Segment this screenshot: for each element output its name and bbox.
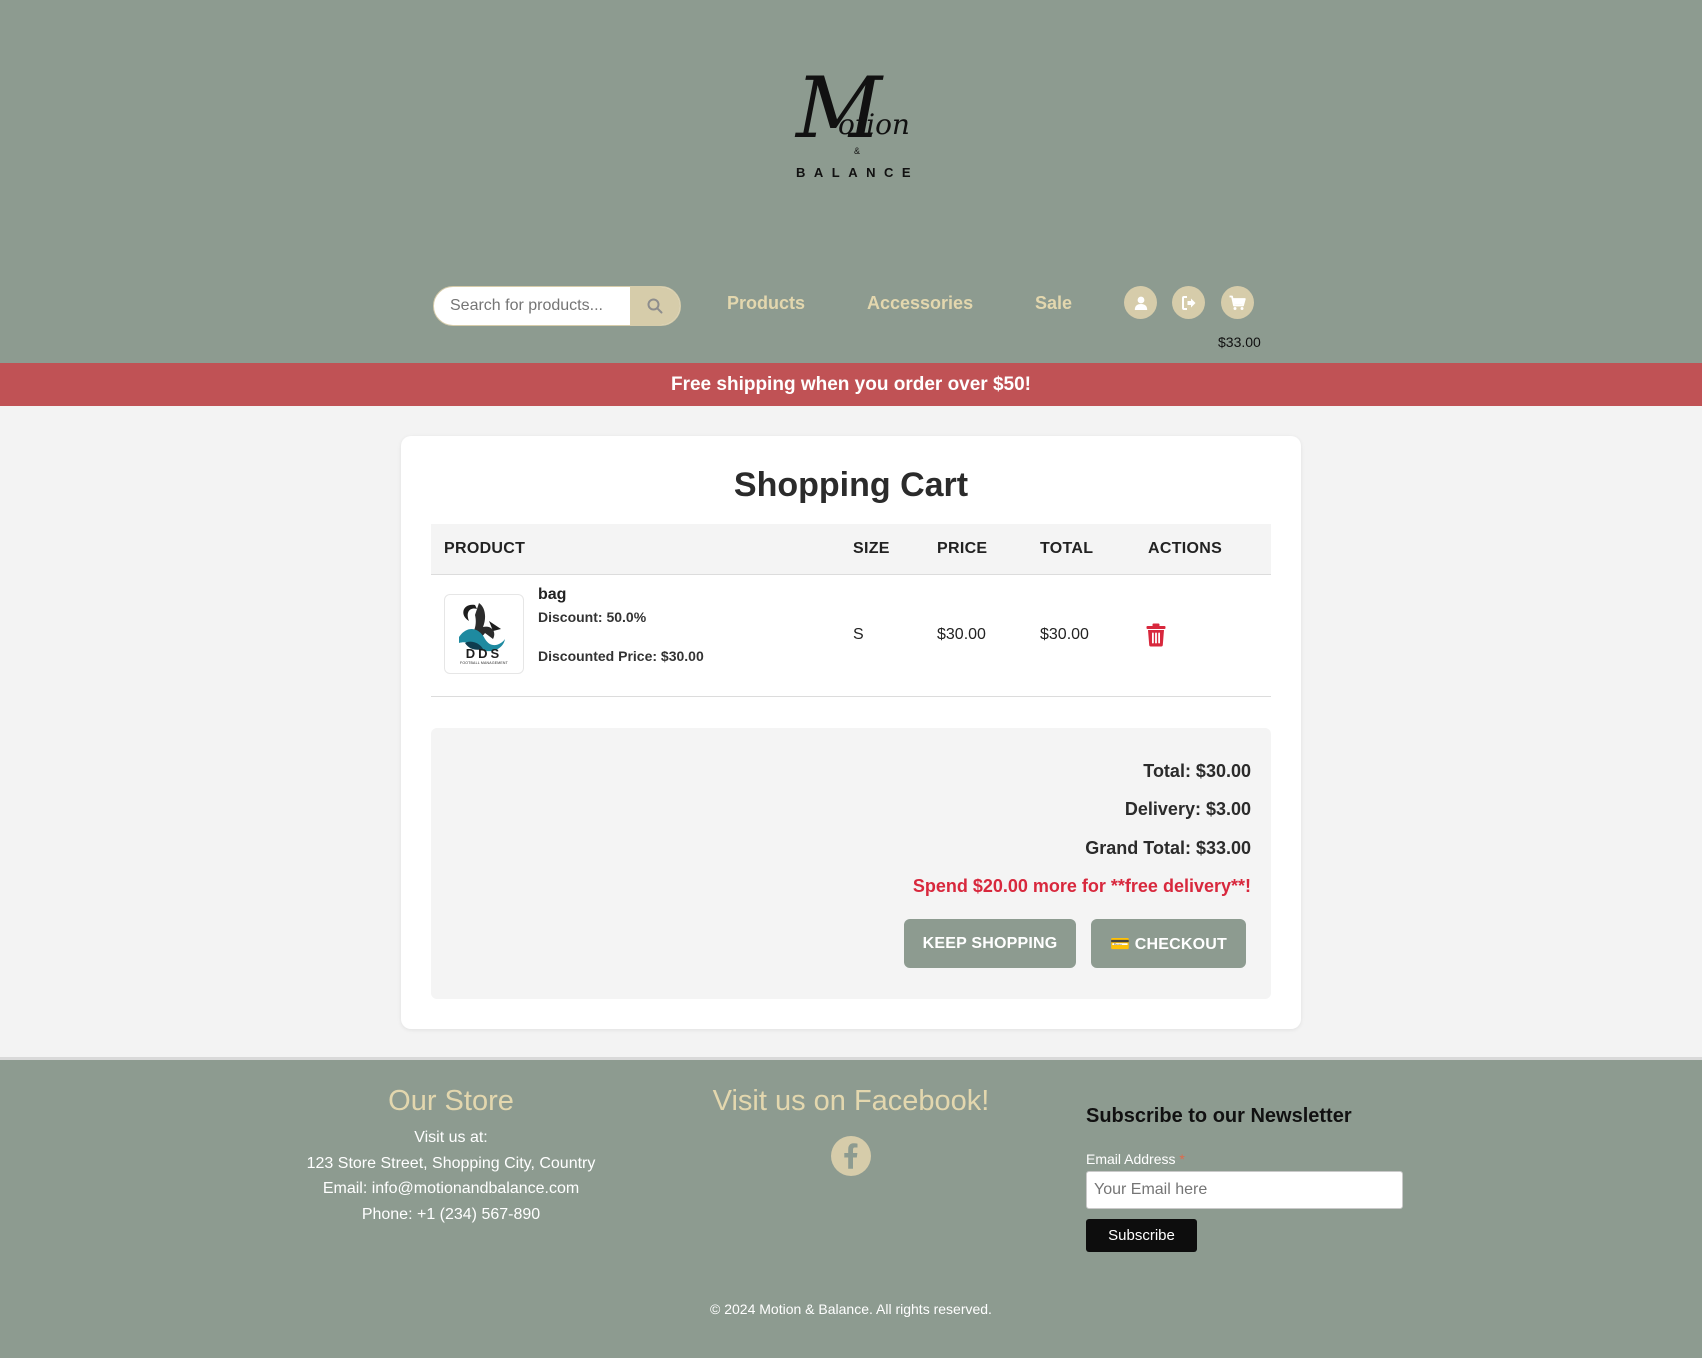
- column-header-total: TOTAL: [1040, 540, 1094, 557]
- search-icon: [647, 298, 663, 314]
- remove-item-button[interactable]: [1146, 623, 1166, 652]
- cart-summary: Total: $30.00 Delivery: $3.00 Grand Tota…: [431, 728, 1271, 999]
- facebook-icon: [844, 1143, 858, 1169]
- footer-store-title: Our Store: [388, 1085, 514, 1117]
- newsletter-email-label-text: Email Address: [1086, 1151, 1176, 1167]
- thumbnail-subtext: FOOTBALL MANAGEMENT: [459, 661, 508, 665]
- cart-icon: [1229, 295, 1246, 310]
- summary-delivery: Delivery: $3.00: [1124, 799, 1251, 819]
- nav-accessories[interactable]: Accessories: [867, 293, 973, 314]
- logo-script-rest: otion: [838, 108, 910, 141]
- checkout-button[interactable]: 💳 CHECKOUT: [1091, 919, 1246, 968]
- logout-button[interactable]: [1172, 286, 1205, 319]
- cart-card: Shopping Cart PRODUCT SIZE PRICE TOTAL A…: [401, 436, 1301, 1029]
- newsletter-email-input[interactable]: [1086, 1171, 1403, 1209]
- search-input[interactable]: [434, 287, 632, 325]
- product-total: $30.00: [1040, 626, 1089, 643]
- logo[interactable]: M otion & BALANCE: [790, 66, 925, 185]
- newsletter-title: Subscribe to our Newsletter: [1086, 1105, 1352, 1127]
- footer-phone: Phone: +1 (234) 567-890: [361, 1206, 541, 1223]
- search-button[interactable]: [630, 287, 680, 325]
- table-header: PRODUCT SIZE PRICE TOTAL ACTIONS: [431, 524, 1271, 575]
- subscribe-button[interactable]: Subscribe: [1086, 1219, 1197, 1252]
- site-header: M otion & BALANCE Products Accessories S…: [0, 0, 1702, 363]
- footer-facebook-title: Visit us on Facebook!: [712, 1085, 990, 1117]
- product-size: S: [853, 626, 864, 643]
- keep-shopping-button[interactable]: KEEP SHOPPING: [904, 919, 1076, 968]
- footer-email: Email: info@motionandbalance.com: [322, 1180, 580, 1197]
- copyright: © 2024 Motion & Balance. All rights rese…: [710, 1301, 992, 1317]
- footer-address: 123 Store Street, Shopping City, Country: [306, 1155, 596, 1172]
- table-row: DDS FOOTBALL MANAGEMENT bag Discount: 50…: [431, 575, 1271, 697]
- cart-button[interactable]: [1221, 286, 1254, 319]
- trash-icon: [1146, 623, 1166, 647]
- nav-products[interactable]: Products: [727, 293, 805, 314]
- column-header-price: PRICE: [937, 540, 988, 557]
- footer-store-line-1: Visit us at:: [414, 1129, 488, 1146]
- page-title: Shopping Cart: [733, 466, 969, 504]
- product-discount: Discount: 50.0%: [538, 609, 647, 625]
- logout-icon: [1181, 295, 1195, 310]
- facebook-link[interactable]: [831, 1136, 871, 1176]
- product-name[interactable]: bag: [538, 586, 566, 604]
- summary-grand-total: Grand Total: $33.00: [1085, 838, 1251, 858]
- free-delivery-notice: Spend $20.00 more for **free delivery**!: [912, 876, 1251, 896]
- search-bar: [433, 286, 681, 326]
- column-header-size: SIZE: [853, 540, 890, 557]
- product-discounted-price: Discounted Price: $30.00: [538, 648, 704, 664]
- product-price: $30.00: [937, 626, 986, 643]
- user-icon: [1134, 296, 1147, 310]
- column-header-actions: ACTIONS: [1148, 540, 1223, 557]
- site-footer: Our Store Visit us at: 123 Store Street,…: [0, 1057, 1702, 1358]
- product-thumbnail[interactable]: DDS FOOTBALL MANAGEMENT: [444, 594, 524, 674]
- thumbnail-dds-text: DDS: [465, 646, 503, 661]
- logo-balance: BALANCE: [796, 165, 920, 180]
- nav-sale[interactable]: Sale: [1035, 293, 1072, 314]
- required-mark: *: [1179, 1151, 1185, 1167]
- summary-total: Total: $30.00: [1143, 761, 1251, 781]
- newsletter-email-label: Email Address *: [1086, 1151, 1185, 1167]
- logo-ampersand: &: [854, 146, 861, 156]
- promo-banner: Free shipping when you order over $50!: [0, 363, 1702, 406]
- account-button[interactable]: [1124, 286, 1157, 319]
- cart-amount: $33.00: [1218, 334, 1261, 350]
- column-header-product: PRODUCT: [444, 540, 526, 557]
